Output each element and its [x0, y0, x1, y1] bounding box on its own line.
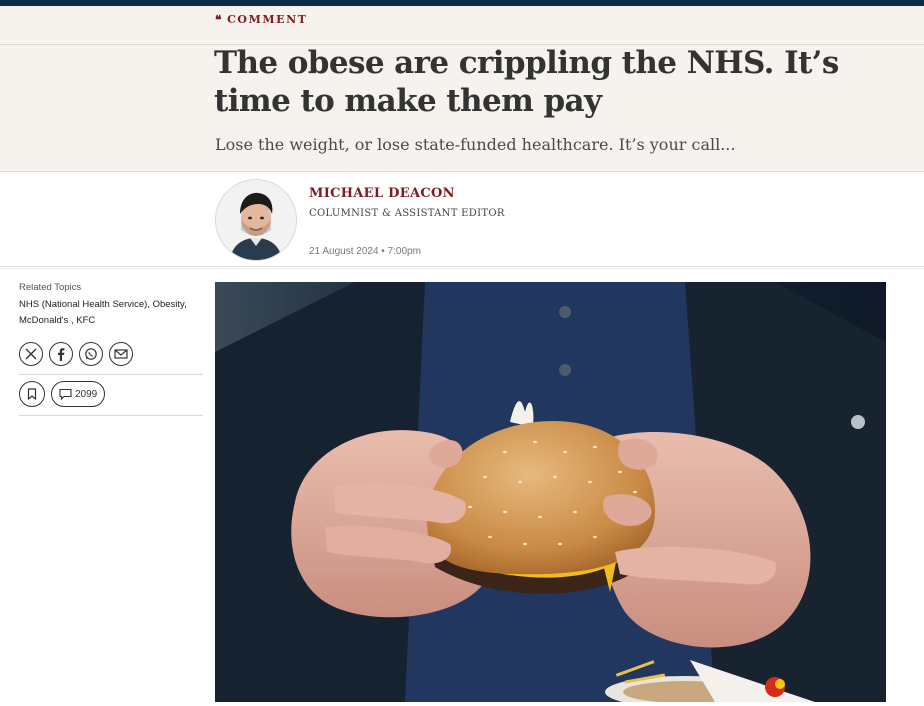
sidebar-divider: [19, 374, 203, 375]
whatsapp-icon: [85, 348, 97, 360]
article-sidebar: Related Topics NHS (National Health Serv…: [19, 282, 203, 416]
facebook-icon: [58, 348, 65, 361]
topic-link-obesity[interactable]: Obesity: [153, 299, 185, 310]
share-whatsapp-button[interactable]: [79, 342, 103, 366]
share-x-button[interactable]: [19, 342, 43, 366]
comment-count: 2099: [75, 388, 98, 400]
article-standfirst: Lose the weight, or lose state-funded he…: [215, 135, 736, 154]
article-actions: 2099: [19, 381, 203, 407]
article-headline: The obese are crippling the NHS. It’s ti…: [214, 45, 839, 119]
author-avatar[interactable]: [215, 179, 297, 261]
sidebar-divider-bottom: [19, 415, 203, 416]
hero-image[interactable]: [215, 282, 886, 702]
x-icon: [25, 348, 37, 360]
byline-section: [0, 172, 924, 267]
topic-link-mcdonalds[interactable]: McDonald's: [19, 315, 68, 326]
publish-date: 21 August 2024 • 7:00pm: [309, 246, 421, 257]
bookmark-icon: [27, 388, 37, 400]
author-portrait: [216, 180, 296, 260]
related-topics-title: Related Topics: [19, 282, 82, 293]
burger-photo: [215, 282, 886, 702]
byline-divider: [0, 268, 924, 269]
comments-button[interactable]: 2099: [51, 381, 106, 407]
email-icon: [114, 349, 128, 359]
section-label[interactable]: ❝ COMMENT: [215, 13, 308, 26]
save-article-button[interactable]: [19, 381, 45, 407]
share-facebook-button[interactable]: [49, 342, 73, 366]
topic-link-nhs[interactable]: NHS (National Health Service): [19, 299, 147, 310]
related-topics-list: NHS (National Health Service), Obesity, …: [19, 299, 187, 326]
share-buttons: [19, 342, 203, 366]
quote-icon: ❝: [215, 12, 224, 27]
topic-link-kfc[interactable]: KFC: [76, 315, 95, 326]
author-role: COLUMNIST & ASSISTANT EDITOR: [309, 208, 505, 219]
comment-icon: [59, 388, 72, 400]
share-email-button[interactable]: [109, 342, 133, 366]
author-name-link[interactable]: MICHAEL DEACON: [309, 186, 455, 201]
section-label-text: COMMENT: [227, 13, 308, 26]
